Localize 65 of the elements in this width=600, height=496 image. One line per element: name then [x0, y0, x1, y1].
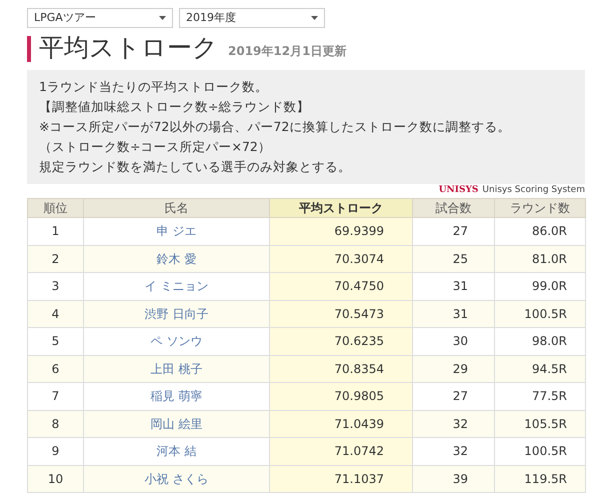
table-cell: 70.3074 — [270, 245, 412, 272]
table-cell: 32 — [412, 438, 494, 465]
player-link[interactable]: 岡山 絵里 — [84, 410, 270, 438]
player-link[interactable]: 渋野 日向子 — [84, 300, 270, 328]
table-cell: 7 — [28, 382, 84, 410]
caret-icon — [159, 16, 166, 20]
table-cell: 70.4750 — [270, 272, 412, 300]
table-cell: 119.5R — [494, 465, 586, 492]
table-cell: 81.0R — [494, 245, 586, 272]
player-link[interactable]: 申 ジエ — [84, 218, 270, 245]
table-cell: 4 — [28, 300, 84, 328]
table-cell: 99.0R — [494, 272, 586, 300]
table-cell: 27 — [412, 218, 494, 245]
update-date: 2019年12月1日更新 — [228, 43, 346, 60]
player-link[interactable]: 上田 桃子 — [84, 355, 270, 382]
notes-panel: 1ラウンド当たりの平均ストローク数。 【調整値加味総ストローク数÷総ラウンド数】 ※コース所定パーが72以外の場合、パー72に換算したストローク数に調整する。 （ストローク数÷コース所定パー×72） 規定ラウンド数を満たしている選手のみ対象とする。 — [27, 70, 585, 184]
table-cell: 25 — [412, 245, 494, 272]
column-header[interactable]: ラウンド数 — [494, 198, 586, 218]
table-cell: 70.8354 — [270, 355, 412, 382]
player-link[interactable]: 小祝 さくら — [84, 465, 270, 492]
table-cell: 71.0439 — [270, 410, 412, 438]
caret-icon — [311, 16, 318, 20]
table-cell: 30 — [412, 328, 494, 355]
player-link[interactable]: イ ミニョン — [84, 272, 270, 300]
column-header[interactable]: 試合数 — [412, 198, 494, 218]
column-header[interactable]: 順位 — [28, 198, 84, 218]
dropdown[interactable]: 2019年度 — [179, 8, 325, 28]
table-cell: 77.5R — [494, 382, 586, 410]
player-link[interactable]: 稲見 萌寧 — [84, 382, 270, 410]
table-cell: 71.0742 — [270, 438, 412, 465]
table-cell: 70.9805 — [270, 382, 412, 410]
table-cell: 100.5R — [494, 438, 586, 465]
dropdown[interactable]: LPGAツアー — [27, 8, 173, 28]
column-header[interactable]: 氏名 — [84, 198, 270, 218]
table-cell: 70.6235 — [270, 328, 412, 355]
player-link[interactable]: 河本 結 — [84, 438, 270, 465]
table-cell: 5 — [28, 328, 84, 355]
table-cell: 86.0R — [494, 218, 586, 245]
table-cell: 8 — [28, 410, 84, 438]
table-cell: 9 — [28, 438, 84, 465]
table-cell: 71.1037 — [270, 465, 412, 492]
table-cell: 10 — [28, 465, 84, 492]
player-link[interactable]: 鈴木 愛 — [84, 245, 270, 272]
player-link[interactable]: ペ ソンウ — [84, 328, 270, 355]
logo: UNISYS — [438, 184, 478, 198]
table-cell: 1 — [28, 218, 84, 245]
table-cell: 39 — [412, 465, 494, 492]
credit-text: Unisys Scoring System — [482, 184, 585, 198]
table-cell: 98.0R — [494, 328, 586, 355]
table-cell: 27 — [412, 382, 494, 410]
accent-bar — [27, 36, 31, 62]
table-cell: 105.5R — [494, 410, 586, 438]
table-cell: 70.5473 — [270, 300, 412, 328]
table-cell: 3 — [28, 272, 84, 300]
table-cell: 2 — [28, 245, 84, 272]
table-cell: 31 — [412, 272, 494, 300]
table-cell: 100.5R — [494, 300, 586, 328]
table-cell: 31 — [412, 300, 494, 328]
column-header[interactable]: 平均ストローク — [270, 198, 412, 218]
table-cell: 32 — [412, 410, 494, 438]
table-cell: 6 — [28, 355, 84, 382]
page-title: 平均ストローク — [39, 34, 218, 62]
table-cell: 29 — [412, 355, 494, 382]
table-cell: 94.5R — [494, 355, 586, 382]
table-cell: 69.9399 — [270, 218, 412, 245]
